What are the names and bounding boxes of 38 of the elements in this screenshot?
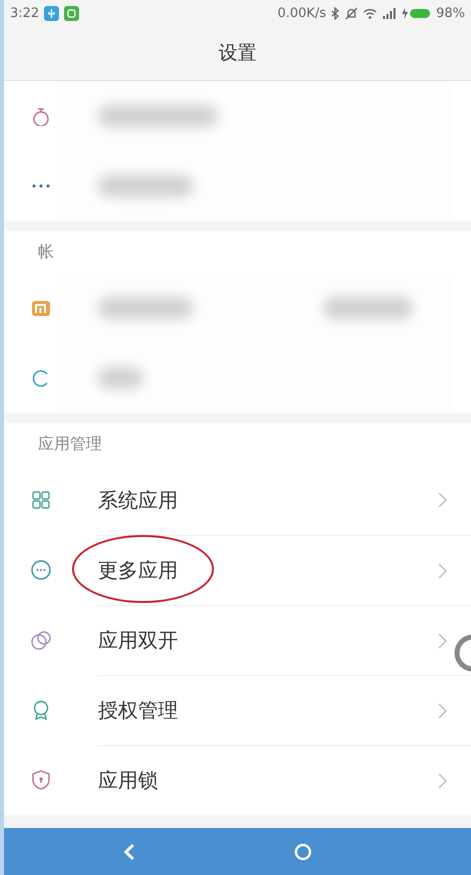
battery-percent: 98% <box>436 6 465 20</box>
chevron-icon <box>438 562 447 578</box>
wifi-icon <box>363 8 378 18</box>
bottle-icon <box>31 106 51 126</box>
page-title: 设置 <box>218 41 256 66</box>
circles-icon <box>31 630 51 650</box>
settings-row[interactable]: 应用双开 <box>4 605 471 675</box>
chevron-icon <box>438 702 447 718</box>
row-label: 应用锁 <box>98 767 158 794</box>
row-label: 应用双开 <box>98 627 178 654</box>
grid-icon <box>31 490 51 510</box>
row-label: 更多应用 <box>98 557 178 584</box>
logo-icon <box>31 298 51 318</box>
row-label: 系统应用 <box>98 486 178 514</box>
home-icon[interactable] <box>294 842 312 860</box>
badge-icon <box>31 700 51 720</box>
shield-icon <box>31 770 51 790</box>
dots-icon <box>31 184 51 188</box>
back-icon[interactable] <box>123 842 136 860</box>
silent-icon <box>345 6 358 20</box>
settings-row[interactable]: 应用锁 <box>4 745 471 815</box>
chevron-icon <box>438 632 447 648</box>
settings-row[interactable]: 更多应用 <box>4 535 471 605</box>
section-header: 帐 <box>38 242 54 262</box>
section-header: 应用管理 <box>38 434 102 454</box>
network-speed: 0.00K/s <box>277 6 326 20</box>
settings-row[interactable]: 授权管理 <box>4 675 471 745</box>
chevron-icon <box>438 492 447 508</box>
chevron-icon <box>438 772 447 788</box>
row-label: 授权管理 <box>98 697 178 724</box>
app-notification-icon <box>64 6 80 20</box>
clock-time: 3:22 <box>10 6 40 20</box>
settings-row[interactable]: 系统应用 <box>4 465 471 535</box>
more-icon <box>31 560 51 580</box>
signal-icon <box>382 8 396 18</box>
battery-icon <box>401 6 432 20</box>
bluetooth-icon <box>331 6 340 20</box>
usb-icon <box>44 6 60 20</box>
